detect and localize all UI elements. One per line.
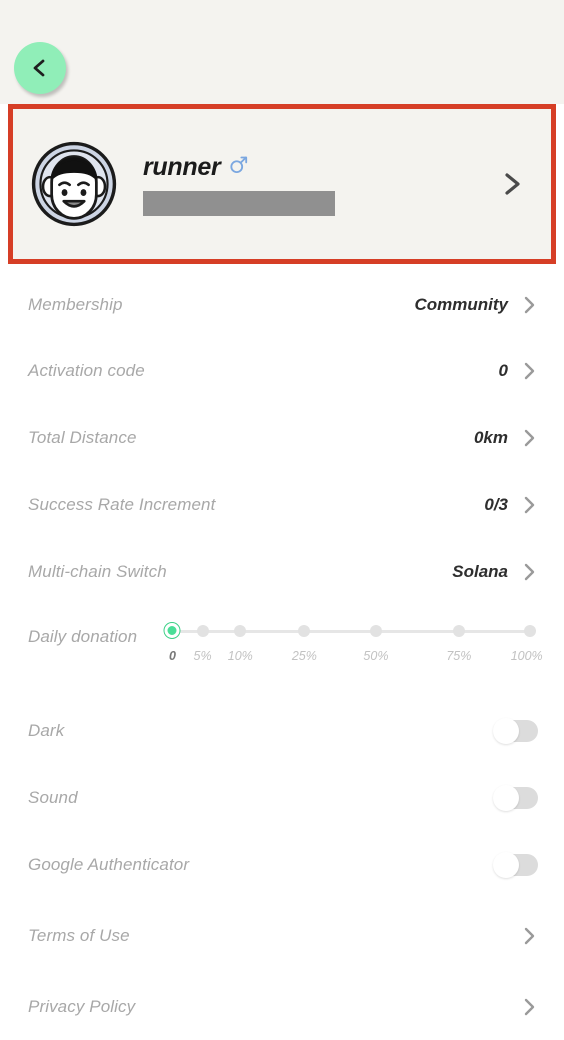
settings-row-google-authenticator: Google Authenticator: [0, 831, 564, 898]
slider-tick-1: 5%: [193, 649, 212, 663]
toggle-knob: [493, 851, 519, 878]
row-label: Membership: [28, 295, 123, 314]
settings-row-privacy-policy[interactable]: Privacy Policy: [0, 973, 564, 1040]
slider-dot-5[interactable]: [452, 625, 465, 637]
row-label: Google Authenticator: [28, 854, 190, 874]
row-label: Multi-chain Switch: [28, 561, 167, 581]
row-label: Activation code: [28, 361, 145, 380]
settings-row-activation-code[interactable]: Activation code 0: [0, 338, 564, 404]
profile-card[interactable]: runner: [8, 104, 556, 264]
dark-mode-toggle[interactable]: [493, 717, 538, 744]
slider-dot-4[interactable]: [369, 625, 382, 637]
daily-donation-slider[interactable]: 0 5% 10% 25% 50% 75% 100%: [161, 605, 543, 671]
toggle-knob: [493, 717, 519, 744]
username-row: runner: [143, 153, 499, 182]
user-avatar-face-icon: [31, 141, 117, 227]
sound-toggle[interactable]: [493, 784, 538, 811]
slider-tick-0: 0: [168, 649, 176, 663]
chevron-right-icon[interactable]: [499, 169, 525, 199]
settings-row-success-rate-increment[interactable]: Success Rate Increment 0/3: [0, 471, 564, 538]
settings-row-sound: Sound: [0, 764, 564, 831]
chevron-right-icon: [521, 996, 538, 1018]
slider-tick-4: 50%: [363, 649, 389, 663]
back-button[interactable]: [14, 42, 66, 94]
slider-tick-3: 25%: [291, 649, 317, 663]
slider-dot-6[interactable]: [524, 625, 537, 637]
slider-dot-0[interactable]: [164, 623, 180, 638]
row-value: Solana: [452, 561, 508, 581]
toggle-knob: [493, 784, 519, 811]
chevron-right-icon: [521, 427, 538, 449]
row-label: Total Distance: [28, 427, 137, 447]
chevron-right-icon: [521, 294, 538, 316]
row-label: Success Rate Increment: [28, 494, 216, 514]
avatar: [31, 141, 117, 227]
row-value: 0/3: [484, 494, 508, 514]
row-label: Dark: [28, 720, 65, 740]
chevron-left-icon: [29, 57, 51, 79]
chevron-right-icon: [521, 360, 538, 382]
google-authenticator-toggle[interactable]: [493, 851, 538, 878]
chevron-right-icon: [521, 494, 538, 516]
settings-row-membership[interactable]: Membership Community: [0, 272, 564, 338]
top-header-bar: [0, 0, 564, 104]
slider-tick-2: 10%: [227, 649, 253, 663]
settings-list: Membership Community Activation code 0 T…: [0, 272, 564, 1040]
slider-tick-5: 75%: [446, 649, 472, 663]
slider-dot-3[interactable]: [298, 625, 311, 637]
settings-row-multi-chain-switch[interactable]: Multi-chain Switch Solana: [0, 538, 564, 605]
slider-tick-6: 100%: [510, 649, 543, 663]
row-value: Community: [414, 295, 509, 314]
slider-dot-1[interactable]: [196, 625, 209, 637]
chevron-right-icon: [521, 561, 538, 583]
settings-row-daily-donation: Daily donation 0 5% 10% 25% 50% 75% 100%: [0, 605, 564, 697]
row-label: Terms of Use: [28, 925, 130, 945]
username: runner: [143, 152, 221, 181]
settings-row-total-distance[interactable]: Total Distance 0km: [0, 404, 564, 471]
profile-text-block: runner: [143, 153, 499, 216]
row-value: 0: [498, 361, 508, 380]
row-label: Daily donation: [28, 627, 138, 646]
male-gender-icon: [228, 154, 249, 180]
slider-dot-2[interactable]: [234, 625, 247, 637]
settings-row-dark: Dark: [0, 697, 564, 764]
slider-track-line: [167, 630, 532, 633]
slider-tick-labels: 0 5% 10% 25% 50% 75% 100%: [161, 649, 543, 671]
row-label: Sound: [28, 787, 78, 807]
settings-row-terms-of-use[interactable]: Terms of Use: [0, 898, 564, 973]
chevron-right-icon: [521, 925, 538, 947]
row-value: 0km: [473, 427, 508, 447]
redacted-user-id: [143, 190, 335, 216]
slider-track[interactable]: [161, 623, 538, 639]
